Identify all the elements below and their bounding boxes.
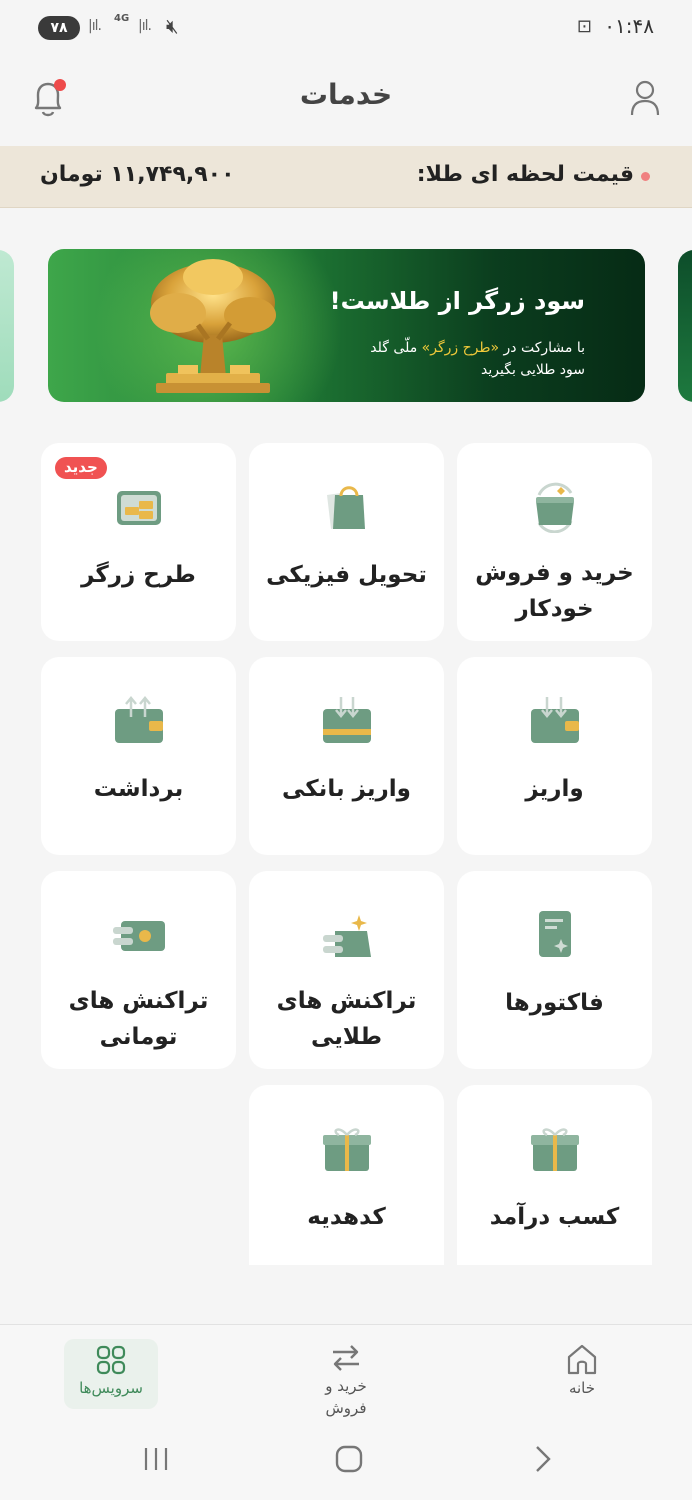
- network-type-label: 4G: [114, 13, 130, 24]
- live-dot-icon: [641, 172, 650, 181]
- nav-home[interactable]: خانه: [522, 1337, 642, 1399]
- banner-text-line2: سود طلایی بگیرید: [481, 362, 585, 378]
- service-invoices[interactable]: فاکتورها: [457, 871, 652, 1069]
- battery-indicator: ۷۸: [38, 16, 80, 40]
- gold-bars-card-icon: [116, 491, 161, 525]
- gift-code-icon: [322, 1128, 371, 1171]
- nav-trade[interactable]: خرید و فروش: [286, 1337, 406, 1419]
- banner-subtitle: با مشارکت در «طرح زرگر» ملّی گلد سود طلا…: [345, 337, 585, 381]
- service-gold-transactions[interactable]: تراکنش های طلایی: [249, 871, 444, 1069]
- service-label: واریز بانکی: [282, 776, 411, 802]
- bottom-navigation: خانه خرید و فروش سرویس‌ها: [0, 1324, 692, 1424]
- carousel-next-peek[interactable]: [678, 250, 692, 402]
- gold-price-label: قیمت لحظه ای طلا:: [416, 162, 634, 187]
- nav-home-label: خانه: [568, 1379, 596, 1397]
- banner-title: سود زرگر از طلاست!: [329, 287, 585, 315]
- gold-price-bar: قیمت لحظه ای طلا: ۱۱,۷۴۹,۹۰۰ تومان: [0, 146, 692, 208]
- page-title: خدمات: [299, 78, 393, 111]
- nav-services[interactable]: سرویس‌ها: [64, 1339, 158, 1409]
- service-label: برداشت: [93, 776, 184, 802]
- home-button-icon[interactable]: [334, 1444, 364, 1474]
- gift-box-icon: [530, 1128, 579, 1171]
- shopping-bag-icon: [326, 486, 365, 529]
- auto-trade-wallet-icon: [535, 482, 574, 533]
- signal-icon-2: |ıl.: [138, 18, 152, 34]
- banner-highlight: «طرح زرگر»: [421, 340, 500, 356]
- banner-text-prefix: با مشارکت در: [499, 340, 586, 356]
- wallet-deposit-icon: [530, 697, 579, 743]
- service-deposit[interactable]: واریز: [457, 657, 652, 855]
- new-badge: جدید: [55, 457, 107, 479]
- gold-transactions-icon: [322, 915, 371, 957]
- mute-icon: 🔇︎: [166, 14, 179, 38]
- bank-deposit-card-icon: [322, 697, 371, 743]
- services-grid-icon: [96, 1345, 126, 1375]
- user-icon[interactable]: [630, 80, 660, 116]
- service-earn-income[interactable]: کسب درآمد: [457, 1085, 652, 1265]
- service-zargar-plan[interactable]: جدید طرح زرگر: [41, 443, 236, 641]
- service-physical-delivery[interactable]: تحویل فیزیکی: [249, 443, 444, 641]
- status-bar: ۷۸ |ıl. 4G |ıl. 🔇︎ ⊡ ۰۱:۴۸: [0, 0, 692, 52]
- service-gift-code[interactable]: کدهدیه: [249, 1085, 444, 1265]
- promo-banner[interactable]: سود زرگر از طلاست! با مشارکت در «طرح زرگ…: [48, 249, 645, 402]
- service-auto-trade[interactable]: خرید و فروش خودکار: [457, 443, 652, 641]
- banner-text-suffix: ملّی گلد: [370, 340, 422, 356]
- system-navigation-bar: [0, 1424, 692, 1500]
- home-icon: [567, 1344, 597, 1375]
- service-label: فاکتورها: [505, 990, 604, 1016]
- bell-icon[interactable]: [28, 78, 68, 120]
- signal-icon: |ıl.: [88, 18, 102, 34]
- service-label: کسب درآمد: [489, 1204, 620, 1230]
- app-header: خدمات: [0, 52, 692, 144]
- service-label: طرح زرگر: [81, 562, 196, 588]
- service-bank-deposit[interactable]: واریز بانکی: [249, 657, 444, 855]
- invoice-icon: [538, 911, 571, 957]
- service-label: تراکنش های طلایی: [276, 988, 417, 1050]
- service-label: واریز: [525, 776, 584, 802]
- toman-transactions-icon: [112, 921, 165, 951]
- screen-record-icon: ⊡: [576, 16, 592, 37]
- clock: ۰۱:۴۸: [604, 14, 654, 38]
- service-label: تراکنش های تومانی: [68, 988, 209, 1050]
- back-icon[interactable]: [530, 1444, 556, 1474]
- gold-price-value: ۱۱,۷۴۹,۹۰۰ تومان: [40, 162, 235, 187]
- wallet-withdraw-icon: [114, 696, 163, 743]
- service-label: تحویل فیزیکی: [266, 562, 427, 588]
- nav-trade-label: خرید و فروش: [325, 1377, 367, 1417]
- nav-services-label: سرویس‌ها: [79, 1379, 143, 1397]
- swap-arrows-icon: [333, 1345, 359, 1371]
- recent-apps-icon[interactable]: [142, 1444, 170, 1474]
- service-label: کدهدیه: [307, 1204, 386, 1230]
- service-withdraw[interactable]: برداشت: [41, 657, 236, 855]
- carousel-prev-peek[interactable]: [0, 250, 14, 402]
- service-toman-transactions[interactable]: تراکنش های تومانی: [41, 871, 236, 1069]
- service-label: خرید و فروش خودکار: [475, 560, 634, 622]
- gold-tree-illustration: [150, 259, 276, 393]
